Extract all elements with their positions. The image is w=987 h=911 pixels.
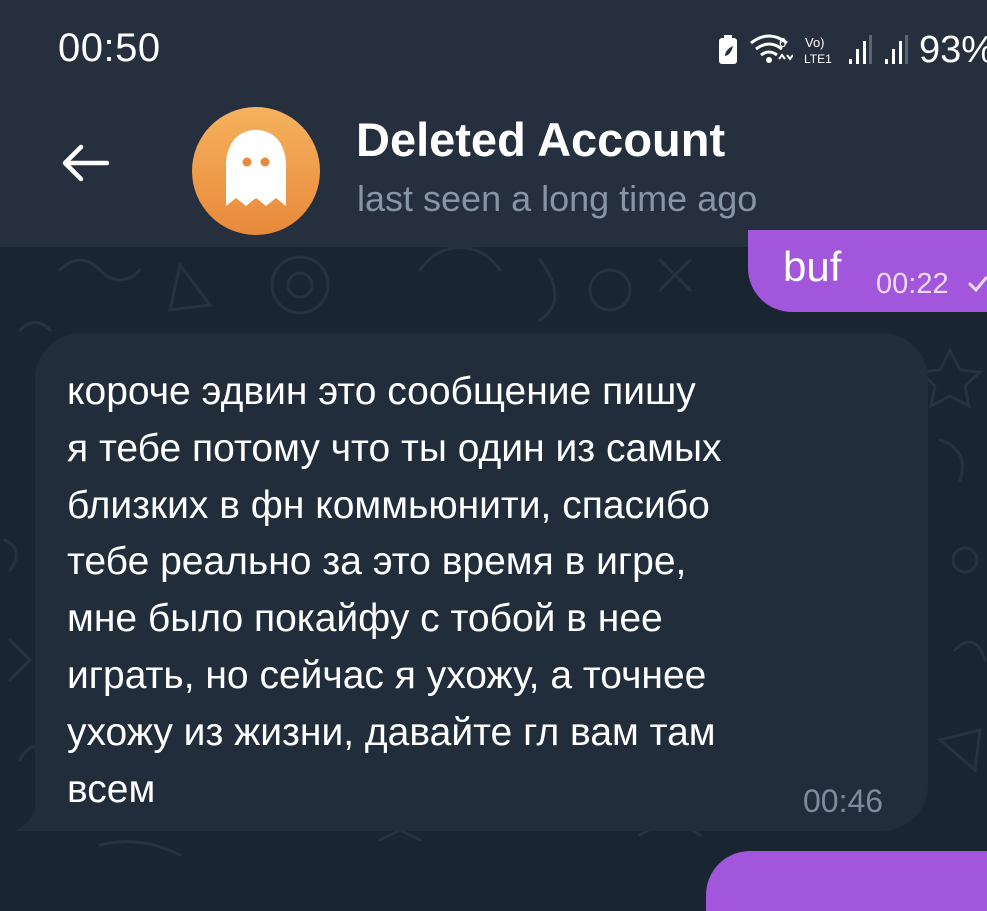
contact-status: last seen a long time ago [357,178,758,219]
chat-header: 00:50 6 Vo) LTE1 93 Deleted Account last… [0,0,987,247]
ghost-icon [218,126,294,217]
message-time: 00:22 [876,268,949,300]
battery-percent: 93% [918,28,987,71]
back-button[interactable] [50,134,120,196]
signal-icon [847,35,873,65]
avatar[interactable] [192,107,320,235]
status-time: 00:50 [58,26,161,70]
outgoing-message-bubble-partial[interactable] [706,851,987,911]
battery-saver-icon [717,35,739,65]
wifi-6-icon: 6 [749,33,793,67]
message-time: 00:46 [803,783,884,819]
arrow-left-icon [57,141,113,190]
svg-text:6: 6 [779,35,786,50]
volte-lte1-icon: Vo) LTE1 [803,33,837,67]
message-text: buf [783,243,842,290]
signal-icon [883,35,909,65]
status-bar: 00:50 6 Vo) LTE1 93 [0,0,987,95]
check-icon [968,276,987,297]
svg-text:Vo): Vo) [805,35,825,50]
svg-text:LTE1: LTE1 [804,52,832,66]
status-icons: 6 Vo) LTE1 93 [717,28,987,71]
message-text: короче эдвин это сообщение пишу я тебе п… [67,370,722,811]
contact-name[interactable]: Deleted Account [356,112,725,167]
